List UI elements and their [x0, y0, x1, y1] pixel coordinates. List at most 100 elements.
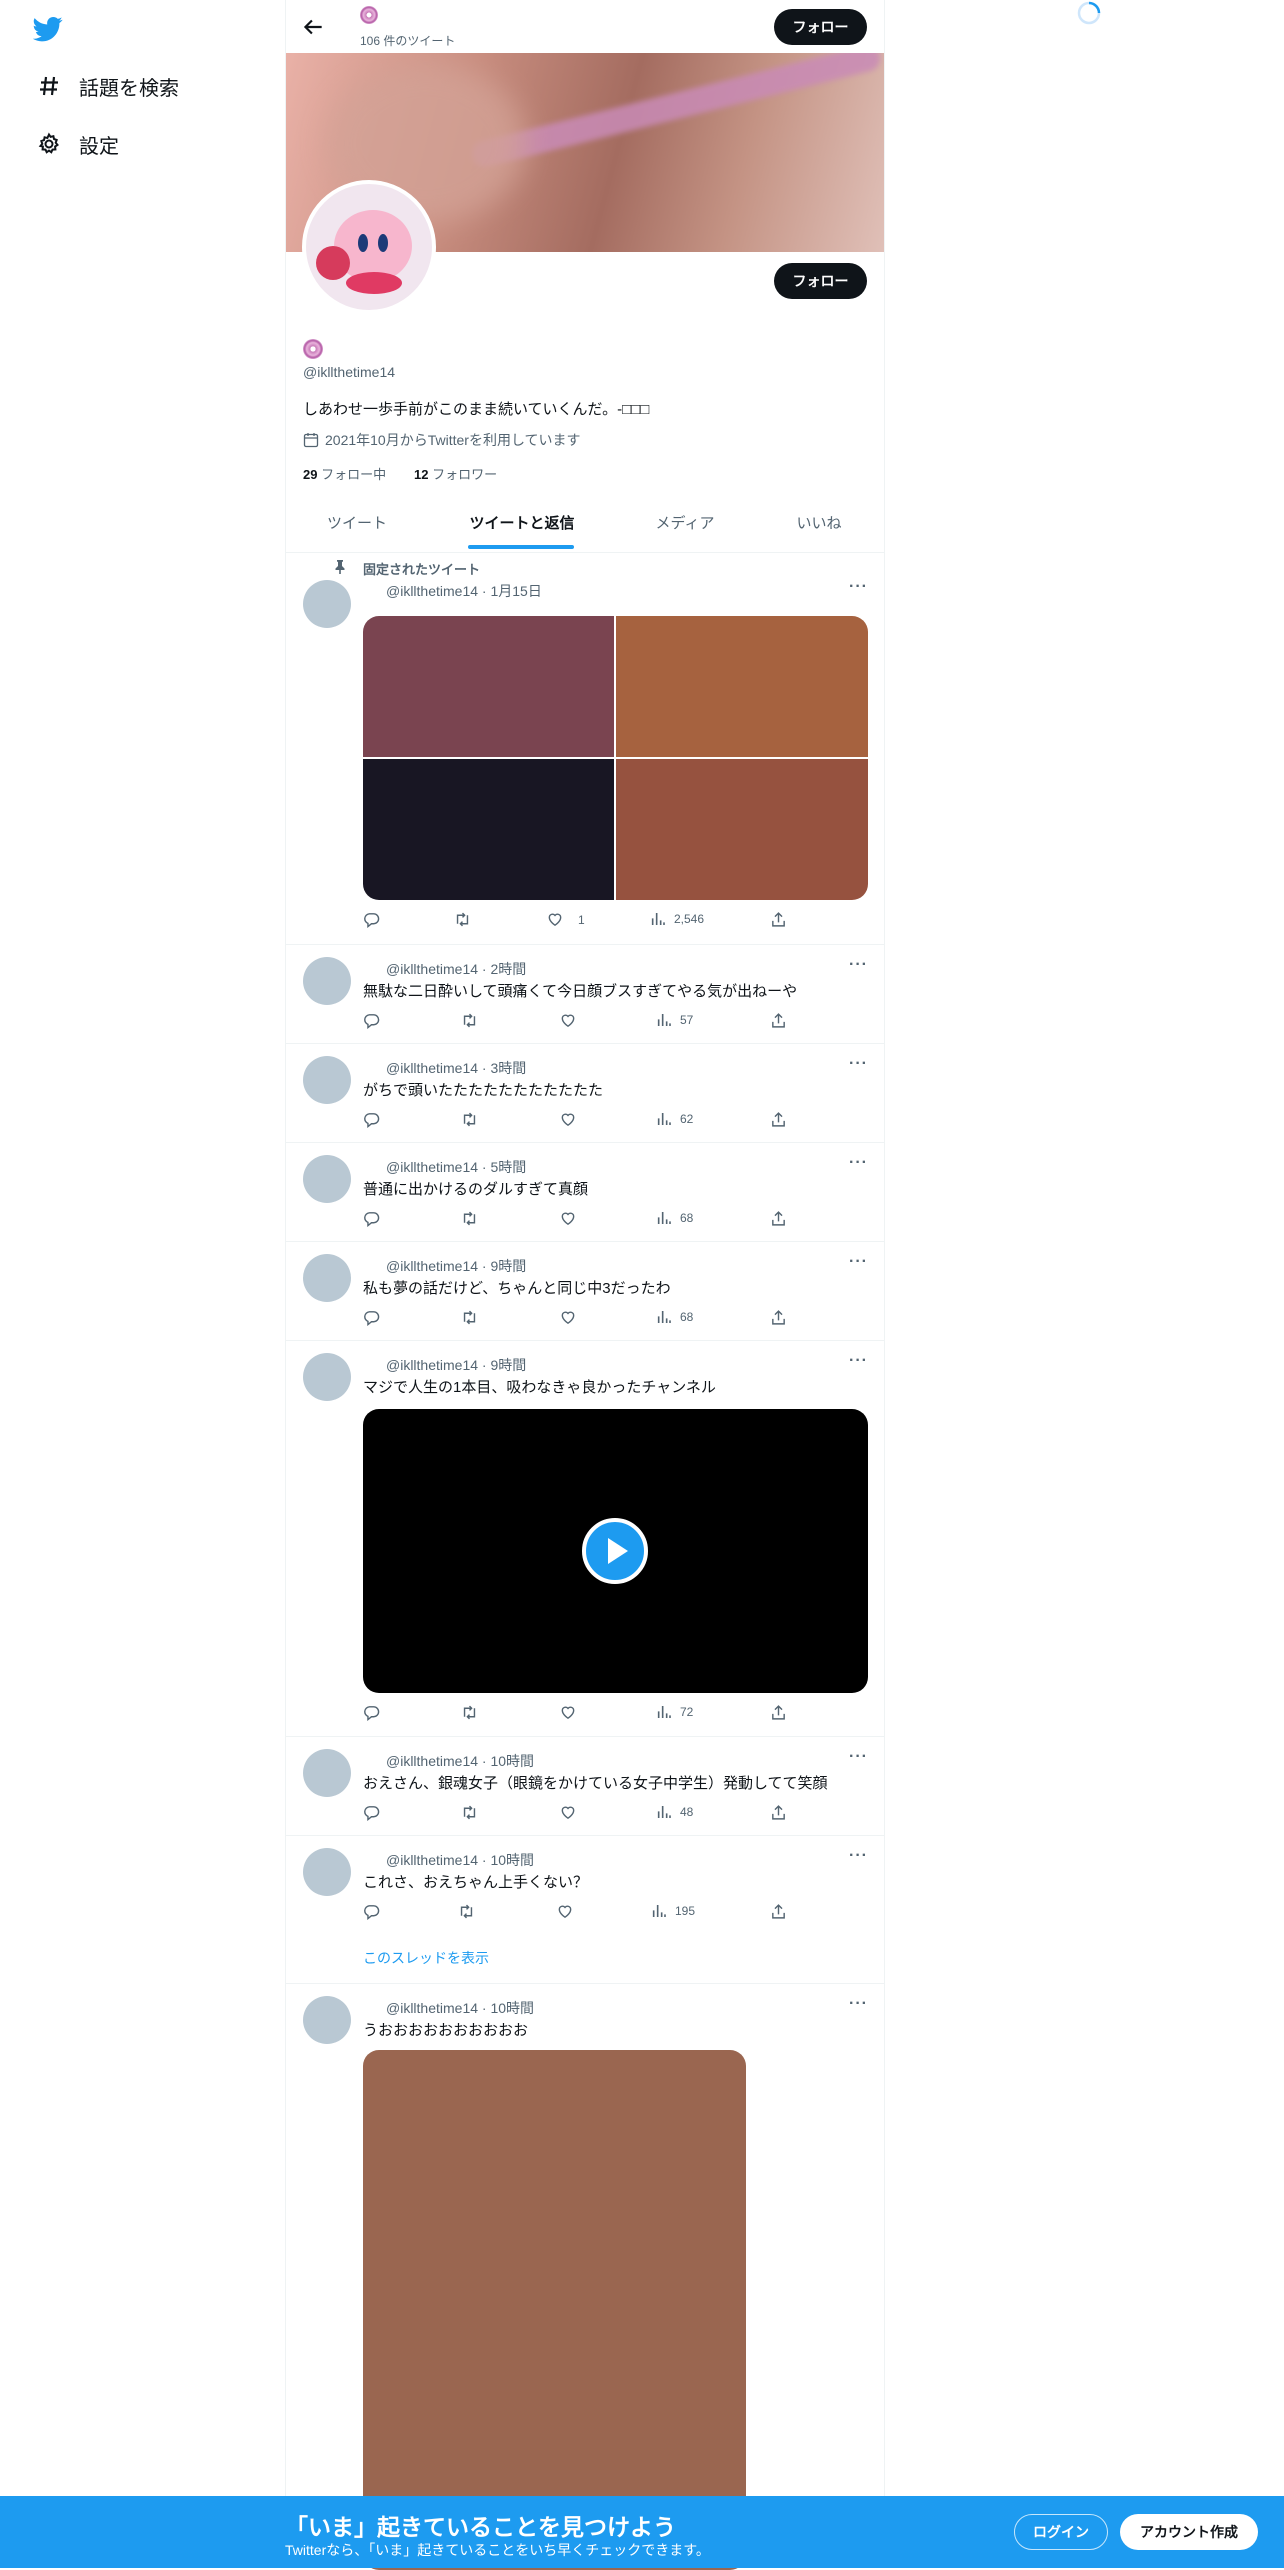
more-icon[interactable]: ···: [849, 1253, 868, 1271]
more-icon[interactable]: ···: [849, 1055, 868, 1073]
views-icon: [651, 913, 665, 925]
create-account-button[interactable]: アカウント作成: [1120, 2514, 1258, 2550]
retweet-icon[interactable]: [460, 1012, 479, 1029]
heart-icon[interactable]: [556, 1903, 574, 1920]
tweet-actions: 68: [363, 1210, 803, 1230]
show-thread-link[interactable]: このスレッドを表示: [363, 1948, 489, 1968]
reply-icon[interactable]: [363, 911, 380, 928]
share-icon[interactable]: [770, 1903, 787, 1920]
retweet-icon[interactable]: [457, 1903, 476, 1920]
tab-tweets-and-replies[interactable]: ツイートと返信: [467, 512, 577, 533]
media-tile[interactable]: [616, 616, 868, 757]
tweet-photo[interactable]: [363, 2050, 746, 2570]
views-button[interactable]: 72: [656, 1704, 693, 1720]
retweet-icon[interactable]: [460, 1804, 479, 1821]
tweet-media-grid[interactable]: [363, 616, 868, 900]
heart-icon[interactable]: [559, 1309, 577, 1326]
views-button[interactable]: 195: [651, 1903, 695, 1919]
heart-icon[interactable]: [559, 1012, 577, 1029]
reply-icon[interactable]: [363, 1111, 380, 1128]
heart-icon[interactable]: [559, 1111, 577, 1128]
tweet[interactable]: @ikllthetime14 · 5時間 ··· 普通に出かけるのダルすぎて真顔…: [286, 1143, 884, 1242]
more-icon[interactable]: ···: [849, 578, 868, 596]
retweet-icon[interactable]: [460, 1309, 479, 1326]
reply-icon[interactable]: [363, 1210, 380, 1227]
nav-explore[interactable]: 話題を検索: [36, 66, 179, 106]
back-arrow-icon[interactable]: [300, 14, 326, 40]
tweet-video[interactable]: [363, 1409, 868, 1693]
tweet-text: マジで人生の1本目、吸わなきゃ良かったチャンネル: [363, 1379, 716, 1396]
tweet-avatar[interactable]: [303, 1996, 351, 2044]
tweet-avatar[interactable]: [303, 1353, 351, 1401]
views-icon: [657, 1212, 671, 1224]
retweet-icon[interactable]: [453, 911, 472, 928]
tweet-avatar[interactable]: [303, 580, 351, 628]
retweet-icon[interactable]: [460, 1210, 479, 1227]
tweet-avatar[interactable]: [303, 1749, 351, 1797]
heart-icon[interactable]: [559, 1704, 577, 1721]
more-icon[interactable]: ···: [849, 1995, 868, 2013]
views-button[interactable]: 62: [656, 1111, 693, 1127]
tweet-avatar[interactable]: [303, 1254, 351, 1302]
more-icon[interactable]: ···: [849, 1847, 868, 1865]
views-button[interactable]: 2,546: [650, 911, 704, 927]
header-follow-button[interactable]: フォロー: [774, 9, 867, 45]
following-link[interactable]: 29 フォロー中: [303, 464, 386, 483]
tab-tweets[interactable]: ツイート: [326, 512, 388, 533]
reply-icon[interactable]: [363, 1309, 380, 1326]
tweet-actions: 57: [363, 1012, 803, 1032]
views-button[interactable]: 68: [656, 1309, 693, 1325]
heart-icon[interactable]: [559, 1210, 577, 1227]
gear-icon: [36, 131, 62, 157]
tweet-avatar[interactable]: [303, 957, 351, 1005]
reply-icon[interactable]: [363, 1804, 380, 1821]
more-icon[interactable]: ···: [849, 1352, 868, 1370]
profile-avatar[interactable]: [302, 180, 436, 314]
share-icon[interactable]: [770, 1012, 787, 1029]
views-button[interactable]: 48: [656, 1804, 693, 1820]
profile-joined-date: 2021年10月からTwitterを利用しています: [325, 432, 581, 448]
retweet-icon[interactable]: [460, 1111, 479, 1128]
views-button[interactable]: 68: [656, 1210, 693, 1226]
tab-media[interactable]: メディア: [654, 512, 716, 533]
more-icon[interactable]: ···: [849, 1748, 868, 1766]
profile-follow-button[interactable]: フォロー: [774, 263, 867, 299]
login-button[interactable]: ログイン: [1014, 2514, 1108, 2550]
tweet-with-video[interactable]: @ikllthetime14 · 9時間 ··· マジで人生の1本目、吸わなきゃ…: [286, 1341, 884, 1737]
tweet[interactable]: @ikllthetime14 · 3時間 ··· がちで頭いたたたたたたたたたた…: [286, 1044, 884, 1143]
nav-settings[interactable]: 設定: [36, 124, 119, 164]
reply-icon[interactable]: [363, 1012, 380, 1029]
tab-likes[interactable]: いいね: [788, 512, 850, 533]
tweet-meta: @ikllthetime14 · 10時間: [386, 1753, 535, 1769]
share-icon[interactable]: [770, 1111, 787, 1128]
tweet[interactable]: @ikllthetime14 · 2時間 ··· 無駄な二日酔いして頭痛くて今日…: [286, 945, 884, 1044]
like-button[interactable]: 1: [546, 911, 585, 928]
play-button-icon[interactable]: [582, 1518, 648, 1584]
reply-icon[interactable]: [363, 1704, 380, 1721]
share-icon[interactable]: [770, 911, 787, 928]
more-icon[interactable]: ···: [849, 1154, 868, 1172]
tweet-avatar[interactable]: [303, 1848, 351, 1896]
retweet-icon[interactable]: [460, 1704, 479, 1721]
views-button[interactable]: 57: [656, 1012, 693, 1028]
share-icon[interactable]: [770, 1210, 787, 1227]
tweet-pinned[interactable]: 固定されたツイート @ikllthetime14 · 1月15日 ··· 1 2…: [286, 553, 884, 945]
media-tile[interactable]: [363, 616, 614, 757]
followers-link[interactable]: 12 フォロワー: [414, 464, 497, 483]
share-icon[interactable]: [770, 1309, 787, 1326]
more-icon[interactable]: ···: [849, 956, 868, 974]
media-tile[interactable]: [616, 759, 868, 900]
twitter-logo-icon[interactable]: [33, 14, 63, 44]
share-icon[interactable]: [770, 1804, 787, 1821]
tweet-with-image[interactable]: @ikllthetime14 · 10時間 ··· うおおおおおおおおおお: [286, 1984, 884, 2570]
tweet-meta: @ikllthetime14 · 9時間: [386, 1357, 527, 1373]
tweet-avatar[interactable]: [303, 1056, 351, 1104]
media-tile[interactable]: [363, 759, 614, 900]
tweet-thread[interactable]: @ikllthetime14 · 10時間 ··· これさ、おえちゃん上手くない…: [286, 1836, 884, 1984]
tweet[interactable]: @ikllthetime14 · 10時間 ··· おえさん、銀魂女子（眼鏡をか…: [286, 1737, 884, 1836]
reply-icon[interactable]: [363, 1903, 380, 1920]
heart-icon[interactable]: [559, 1804, 577, 1821]
share-icon[interactable]: [770, 1704, 787, 1721]
tweet-avatar[interactable]: [303, 1155, 351, 1203]
tweet[interactable]: @ikllthetime14 · 9時間 ··· 私も夢の話だけど、ちゃんと同じ…: [286, 1242, 884, 1341]
